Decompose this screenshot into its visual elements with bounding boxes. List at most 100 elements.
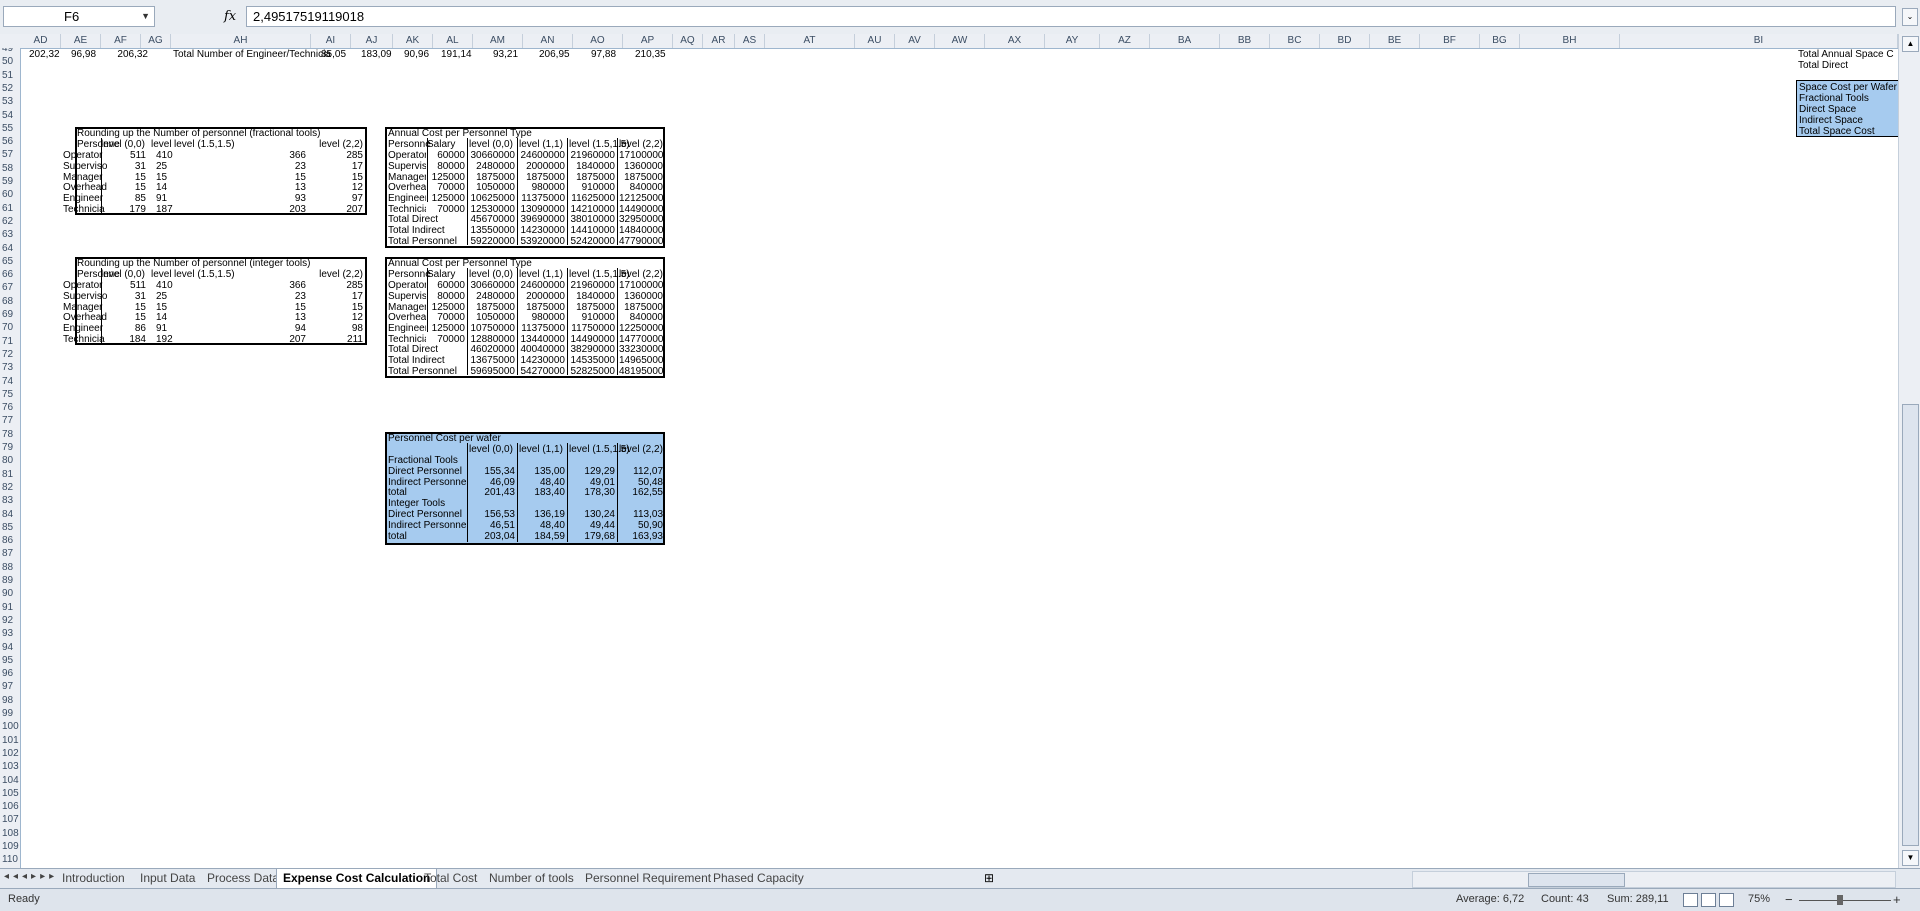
row-header[interactable]: 99 bbox=[0, 707, 20, 720]
table-header[interactable]: level (1.5,1.5) bbox=[569, 443, 630, 456]
column-header[interactable]: BF bbox=[1420, 34, 1480, 48]
total-label[interactable]: Total Personnel bbox=[388, 365, 457, 378]
row-header[interactable]: 69 bbox=[0, 308, 20, 321]
column-header[interactable]: AN bbox=[523, 34, 573, 48]
cell-aj50[interactable]: 183,09 bbox=[361, 48, 392, 61]
sheet-nav-arrows-icon[interactable]: ◂◂◂▸▸▸ bbox=[4, 871, 58, 882]
row-header[interactable]: 88 bbox=[0, 561, 20, 574]
cell-ad50[interactable]: 202,32 bbox=[29, 48, 60, 61]
cell-an50[interactable]: 206,95 bbox=[539, 48, 570, 61]
scroll-down-icon[interactable]: ▼ bbox=[1902, 850, 1919, 866]
row-header[interactable]: 108 bbox=[0, 827, 20, 840]
column-header[interactable]: AF bbox=[101, 34, 141, 48]
sheet-tab-number-of-tools[interactable]: Number of tools bbox=[483, 869, 580, 888]
row-header[interactable]: 63 bbox=[0, 228, 20, 241]
row-label[interactable]: total bbox=[388, 530, 407, 543]
table-cell[interactable]: 179 bbox=[116, 203, 146, 216]
column-header[interactable]: AJ bbox=[351, 34, 393, 48]
table-cell[interactable]: 179,68 bbox=[569, 530, 615, 543]
column-header[interactable]: AH bbox=[171, 34, 311, 48]
total-label[interactable]: Total Personnel bbox=[388, 235, 457, 248]
sheet-tab-input-data[interactable]: Input Data bbox=[134, 869, 201, 888]
row-header[interactable]: 96 bbox=[0, 667, 20, 680]
column-header[interactable]: AK bbox=[393, 34, 433, 48]
row-header[interactable]: 107 bbox=[0, 813, 20, 826]
column-header[interactable]: AZ bbox=[1100, 34, 1150, 48]
row-header[interactable]: 86 bbox=[0, 534, 20, 547]
row-header[interactable]: 62 bbox=[0, 215, 20, 228]
row-header[interactable]: 102 bbox=[0, 747, 20, 760]
cell-ah50[interactable]: Total Number of Engineer/Technicia bbox=[173, 48, 331, 61]
column-header[interactable]: AY bbox=[1045, 34, 1100, 48]
normal-view-icon[interactable] bbox=[1683, 893, 1698, 907]
row-header[interactable]: 74 bbox=[0, 375, 20, 388]
table-cell[interactable]: 203 bbox=[281, 203, 306, 216]
table-cell[interactable]: 201,43 bbox=[469, 486, 515, 499]
table-cell[interactable]: 187 bbox=[156, 203, 173, 216]
row-header[interactable]: 76 bbox=[0, 401, 20, 414]
column-header[interactable]: BC bbox=[1270, 34, 1320, 48]
row-header[interactable]: 66 bbox=[0, 268, 20, 281]
row-header[interactable]: 80 bbox=[0, 454, 20, 467]
row-header[interactable]: 106 bbox=[0, 800, 20, 813]
table-cell[interactable]: 207 bbox=[281, 333, 306, 346]
row-label[interactable]: Technicia bbox=[63, 203, 105, 216]
zoom-slider-knob[interactable] bbox=[1837, 895, 1843, 905]
column-header[interactable]: BD bbox=[1320, 34, 1370, 48]
zoom-slider[interactable]: − + bbox=[1785, 892, 1905, 907]
total-cell[interactable]: 52825000 bbox=[569, 365, 616, 378]
row-header[interactable]: 109 bbox=[0, 840, 20, 853]
sheet-tab-phased-capacity[interactable]: Phased Capacity bbox=[707, 869, 810, 888]
table-header[interactable]: level (2,2) bbox=[619, 443, 663, 456]
horizontal-scroll-thumb[interactable] bbox=[1528, 873, 1625, 887]
cell-ao50[interactable]: 97,88 bbox=[591, 48, 616, 61]
column-header[interactable]: AV bbox=[895, 34, 935, 48]
row-header[interactable]: 82 bbox=[0, 481, 20, 494]
column-header[interactable]: AO bbox=[573, 34, 623, 48]
total-cell[interactable]: 59695000 bbox=[469, 365, 516, 378]
sheet-tab-personnel-requirement[interactable]: Personnel Requirement bbox=[579, 869, 717, 888]
row-header[interactable]: 71 bbox=[0, 335, 20, 348]
row-header[interactable]: 73 bbox=[0, 361, 20, 374]
table-cell[interactable]: 211 bbox=[311, 333, 363, 346]
column-header[interactable]: AS bbox=[735, 34, 765, 48]
sheet-tab-expense-cost-calculation[interactable]: Expense Cost Calculation bbox=[276, 869, 438, 889]
column-header[interactable]: AD bbox=[21, 34, 61, 48]
table-cell[interactable]: 162,55 bbox=[619, 486, 663, 499]
column-header[interactable]: AX bbox=[985, 34, 1045, 48]
row-header[interactable]: 72 bbox=[0, 348, 20, 361]
row-header[interactable]: 79 bbox=[0, 441, 20, 454]
table-header[interactable]: level (0,0) bbox=[469, 443, 515, 456]
formula-input[interactable]: 2,49517519119018 bbox=[246, 6, 1896, 27]
row-header[interactable]: 91 bbox=[0, 601, 20, 614]
row-header[interactable]: 95 bbox=[0, 654, 20, 667]
row-header[interactable]: 92 bbox=[0, 614, 20, 627]
cell-ae50[interactable]: 96,98 bbox=[71, 48, 96, 61]
column-header[interactable]: AQ bbox=[673, 34, 703, 48]
row-header[interactable]: 68 bbox=[0, 295, 20, 308]
row-header[interactable]: 50 bbox=[0, 55, 20, 68]
table-cell[interactable]: 183,40 bbox=[519, 486, 565, 499]
total-cell[interactable]: 53920000 bbox=[519, 235, 566, 248]
insert-function-icon[interactable]: fx bbox=[224, 6, 236, 27]
table-cell[interactable]: 184 bbox=[116, 333, 146, 346]
column-header[interactable]: BA bbox=[1150, 34, 1220, 48]
row-header[interactable]: 83 bbox=[0, 494, 20, 507]
vertical-scroll-thumb[interactable] bbox=[1902, 404, 1919, 846]
vertical-scrollbar[interactable]: ▲ ▼ bbox=[1898, 34, 1920, 868]
row-header[interactable]: 89 bbox=[0, 574, 20, 587]
row-header[interactable]: 110 bbox=[0, 853, 20, 866]
row-header[interactable]: 70 bbox=[0, 321, 20, 334]
row-header[interactable]: 93 bbox=[0, 627, 20, 640]
table-cell[interactable]: 207 bbox=[311, 203, 363, 216]
worksheet-grid[interactable]: 202,32 96,98 206,32 Total Number of Engi… bbox=[21, 48, 1898, 868]
row-header[interactable]: 59 bbox=[0, 175, 20, 188]
table-cell[interactable]: 184,59 bbox=[519, 530, 565, 543]
cell-af50[interactable]: 206,32 bbox=[116, 48, 148, 61]
table-header[interactable]: level (1,1) bbox=[519, 443, 565, 456]
name-box[interactable]: F6 ▼ bbox=[3, 6, 155, 27]
column-header[interactable]: AM bbox=[473, 34, 523, 48]
table-cell[interactable]: 163,93 bbox=[619, 530, 663, 543]
chevron-down-icon[interactable]: ▼ bbox=[141, 7, 150, 26]
cell-al50[interactable]: 191,14 bbox=[441, 48, 472, 61]
